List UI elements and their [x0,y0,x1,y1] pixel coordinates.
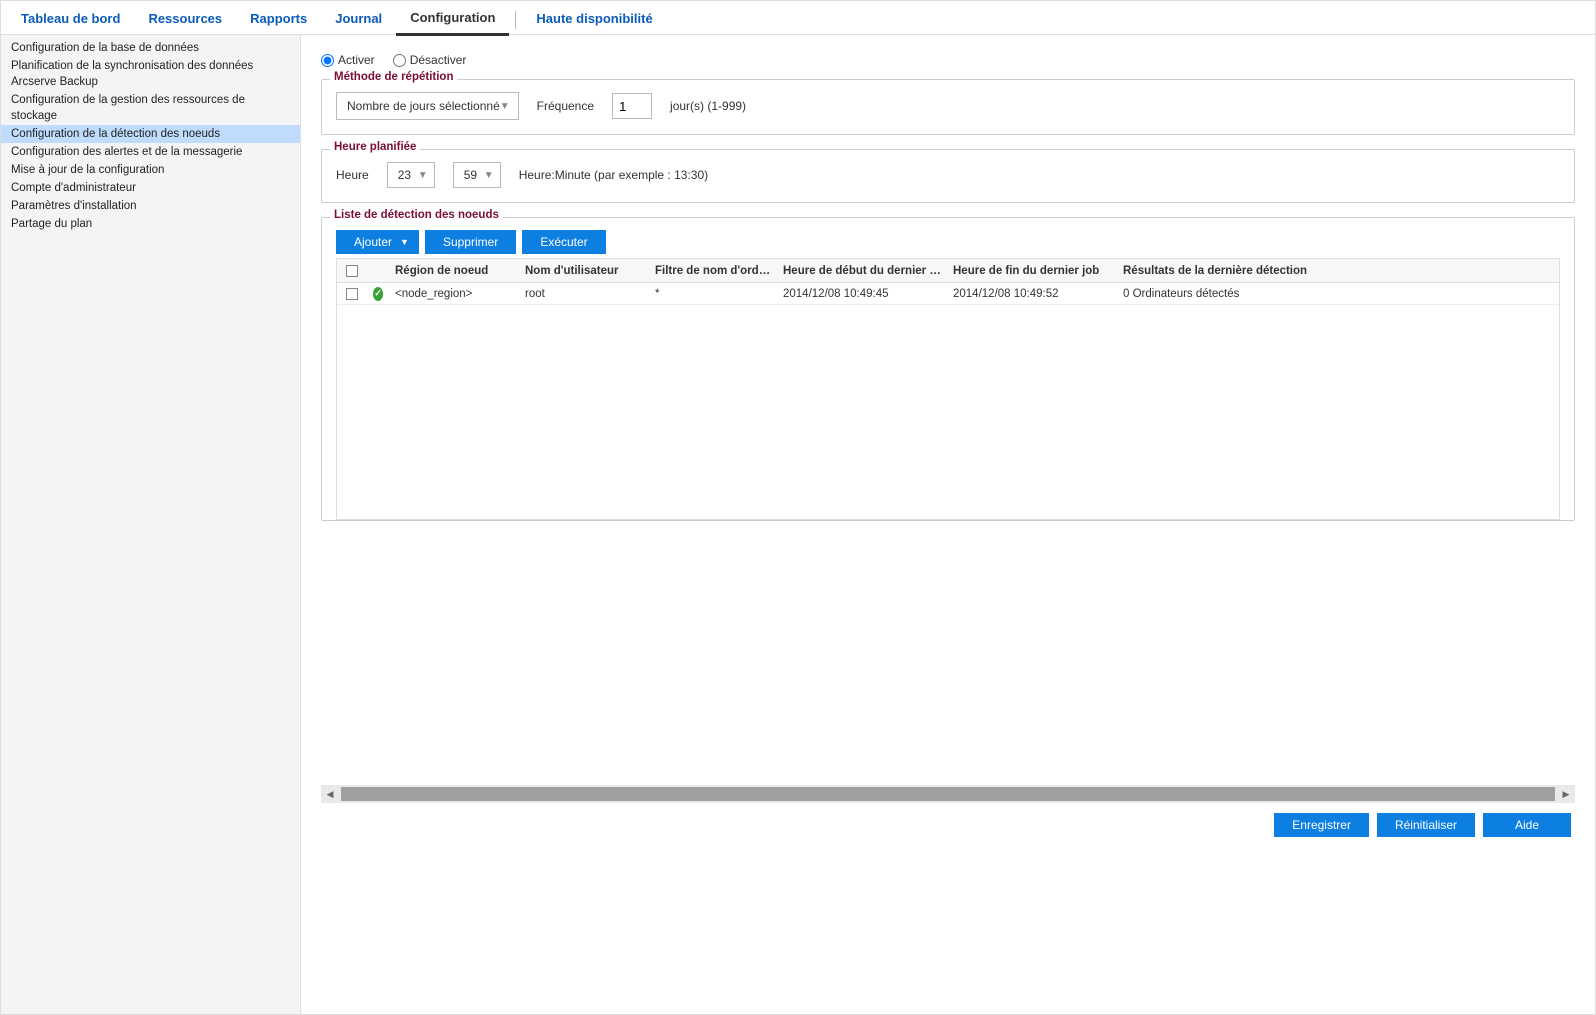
repeat-legend: Méthode de répétition [330,71,457,83]
row-end: 2014/12/08 10:49:52 [947,288,1117,300]
schedule-minute-select[interactable]: 59 ▼ [453,162,501,188]
tab-high-availability[interactable]: Haute disponibilité [522,5,666,34]
status-ok-icon: ✓ [373,287,383,301]
radio-deactivate-label: Désactiver [410,53,467,67]
horizontal-scrollbar[interactable]: ◀ ▶ [321,785,1575,803]
schedule-hour-value: 23 [398,168,411,182]
execute-button[interactable]: Exécuter [522,230,605,254]
frequency-unit: jour(s) (1-999) [670,99,746,113]
sidebar-item-storage-config[interactable]: Configuration de la gestion des ressourc… [1,91,300,125]
col-user[interactable]: Nom d'utilisateur [519,265,649,277]
frequency-input[interactable] [612,93,652,119]
config-sidebar: Configuration de la base de données Plan… [1,35,301,1014]
repeat-fieldset: Méthode de répétition Nombre de jours sé… [321,79,1575,135]
row-checkbox[interactable] [346,288,358,300]
sidebar-item-install-params[interactable]: Paramètres d'installation [1,197,300,215]
col-result[interactable]: Résultats de la dernière détection [1117,265,1559,277]
delete-button[interactable]: Supprimer [425,230,516,254]
repeat-mode-combo[interactable]: Nombre de jours sélectionné ▼ [336,92,519,120]
scroll-right-icon[interactable]: ▶ [1557,785,1575,803]
sidebar-item-admin-account[interactable]: Compte d'administrateur [1,179,300,197]
schedule-hour-select[interactable]: 23 ▼ [387,162,435,188]
sidebar-item-config-update[interactable]: Mise à jour de la configuration [1,161,300,179]
save-button[interactable]: Enregistrer [1274,813,1369,837]
chevron-down-icon: ▼ [500,101,510,112]
select-all-checkbox[interactable] [346,265,358,277]
frequency-label: Fréquence [537,99,594,113]
radio-activate[interactable]: Activer [321,53,375,67]
schedule-minute-value: 59 [464,168,477,182]
tab-journal[interactable]: Journal [321,5,396,34]
detection-grid: Région de noeud Nom d'utilisateur Filtre… [336,258,1560,520]
schedule-fieldset: Heure planifiée Heure 23 ▼ 59 ▼ Heure:Mi… [321,149,1575,203]
col-filter[interactable]: Filtre de nom d'ordinateur [649,265,777,277]
tab-dashboard[interactable]: Tableau de bord [7,5,134,34]
radio-deactivate-input[interactable] [393,54,406,67]
help-button[interactable]: Aide [1483,813,1571,837]
radio-activate-input[interactable] [321,54,334,67]
row-filter: * [649,288,777,300]
grid-body[interactable]: ✓ <node_region> root * 2014/12/08 10:49:… [337,283,1559,519]
tab-reports[interactable]: Rapports [236,5,321,34]
detection-list-legend: Liste de détection des noeuds [330,209,503,221]
col-start[interactable]: Heure de début du dernier job [777,265,947,277]
sidebar-item-node-detect[interactable]: Configuration de la détection des noeuds [1,125,300,143]
col-region[interactable]: Région de noeud [389,265,519,277]
tab-separator [515,11,516,29]
scroll-left-icon[interactable]: ◀ [321,785,339,803]
activation-row: Activer Désactiver [321,53,1575,67]
chevron-down-icon: ▼ [484,170,494,181]
row-region: <node_region> [389,288,519,300]
tab-resources[interactable]: Ressources [134,5,236,34]
main-panel: Activer Désactiver Méthode de répétition… [301,35,1595,1014]
row-result: 0 Ordinateurs détectés [1117,288,1559,300]
chevron-down-icon: ▼ [418,170,428,181]
sidebar-item-sync-plan[interactable]: Planification de la synchronisation des … [1,57,300,91]
table-row[interactable]: ✓ <node_region> root * 2014/12/08 10:49:… [337,283,1559,305]
footer-buttons: Enregistrer Réinitialiser Aide [321,803,1575,841]
sidebar-item-alerts-config[interactable]: Configuration des alertes et de la messa… [1,143,300,161]
row-start: 2014/12/08 10:49:45 [777,288,947,300]
schedule-hint: Heure:Minute (par exemple : 13:30) [519,168,708,182]
radio-activate-label: Activer [338,53,375,67]
scroll-track[interactable] [341,787,1555,801]
tab-configuration[interactable]: Configuration [396,4,509,36]
sidebar-item-db-config[interactable]: Configuration de la base de données [1,39,300,57]
col-end[interactable]: Heure de fin du dernier job [947,265,1117,277]
schedule-label: Heure [336,168,369,182]
grid-header: Région de noeud Nom d'utilisateur Filtre… [337,259,1559,283]
row-user: root [519,288,649,300]
detection-list-fieldset: Liste de détection des noeuds Ajouter ▼ … [321,217,1575,521]
add-button[interactable]: Ajouter ▼ [336,230,419,254]
reset-button[interactable]: Réinitialiser [1377,813,1475,837]
add-button-label: Ajouter [354,235,392,249]
chevron-down-icon: ▼ [400,237,409,247]
repeat-mode-value: Nombre de jours sélectionné [347,99,500,113]
top-tabs: Tableau de bord Ressources Rapports Jour… [1,1,1595,35]
radio-deactivate[interactable]: Désactiver [393,53,467,67]
detection-toolbar: Ajouter ▼ Supprimer Exécuter [336,230,1560,254]
schedule-legend: Heure planifiée [330,141,420,153]
sidebar-item-plan-share[interactable]: Partage du plan [1,215,300,233]
